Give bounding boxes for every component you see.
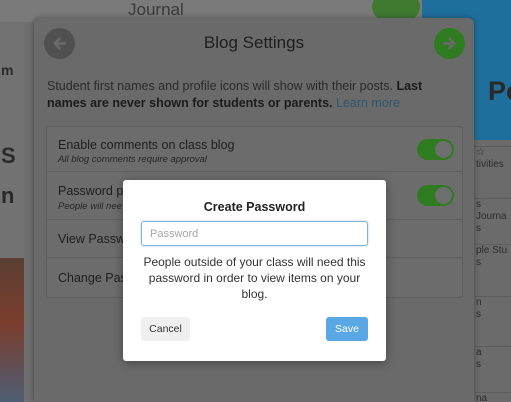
modal-message: People outside of your class will need t… [143,255,366,301]
background-photo [0,258,24,402]
toggle-knob [435,187,452,204]
setting-subtitle: All blog comments require approval [58,154,207,165]
setting-row-enable-comments: Enable comments on class blog All blog c… [47,127,462,172]
background-left-letter: n [1,183,15,208]
save-button[interactable]: Save [326,317,368,341]
setting-subtitle: People will nee [58,201,122,212]
background-right-heading: Po [488,76,511,106]
background-right-row: ☆ tivities [474,146,511,171]
setting-title: View Passw [58,232,126,246]
setting-title: Change Pass [58,271,134,285]
background-right-row: as [474,346,511,371]
modal-title: Create Password [203,200,306,214]
password-input[interactable] [141,221,368,246]
panel-title: Blog Settings [203,33,305,52]
intro-text: Student first names and profile icons wi… [47,79,397,93]
background-left-letter: m [1,62,14,78]
background-right-row: ns [474,296,511,321]
password-protect-toggle[interactable] [417,185,454,206]
background-journal-text: Journal [128,0,184,19]
toggle-knob [435,141,452,158]
learn-more-link[interactable]: Learn more [336,96,400,110]
background-right-row: ple Stu s [474,244,511,269]
setting-title: Enable comments on class blog [58,138,235,152]
panel-header: Blog Settings [34,18,474,68]
cancel-button[interactable]: Cancel [141,317,190,341]
arrow-right-icon [442,37,456,50]
privacy-intro-text: Student first names and profile icons wi… [47,78,463,112]
background-left-letter: S [1,143,16,168]
lightbulb-icon: ☆ [476,147,485,158]
background-right-row: s Journa s [474,198,511,235]
setting-title: Password pr [58,184,128,198]
next-button[interactable] [434,28,465,59]
create-password-modal: Create Password People outside of your c… [123,180,386,361]
enable-comments-toggle[interactable] [417,139,454,160]
background-right-row: na [474,392,511,402]
